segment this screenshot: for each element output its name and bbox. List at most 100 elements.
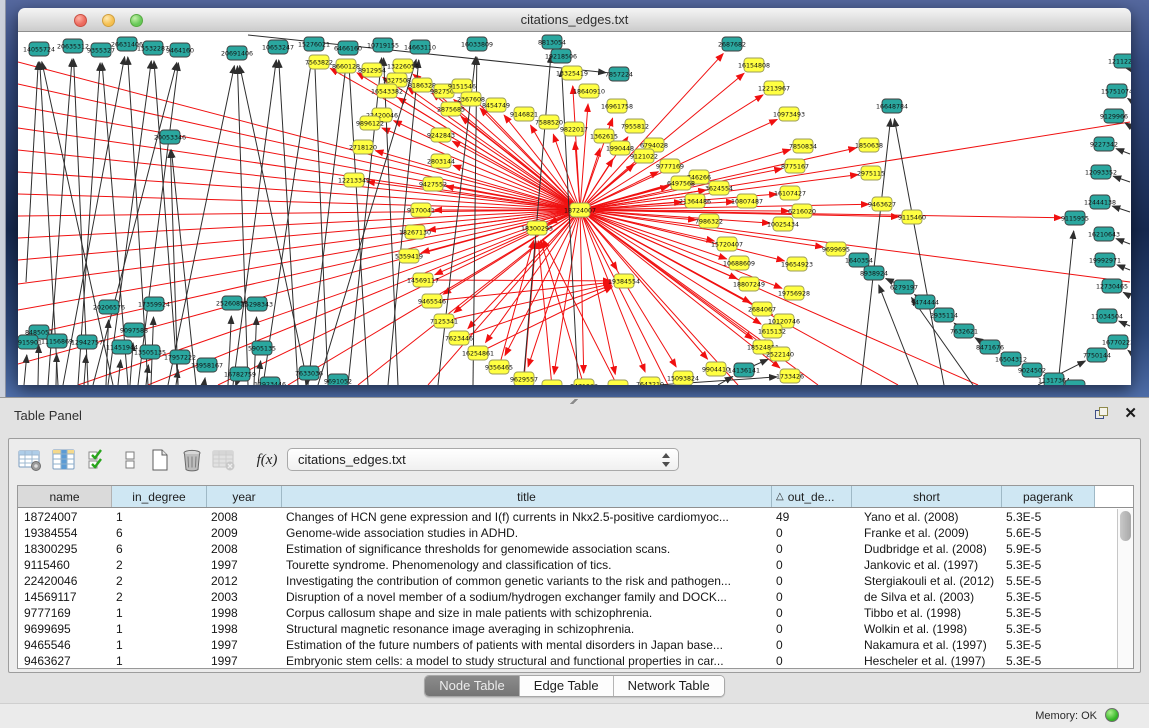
new-table-icon[interactable]: [145, 445, 175, 475]
table-cell[interactable]: 19384554: [18, 525, 112, 541]
show-columns-icon[interactable]: [49, 445, 79, 475]
table-cell[interactable]: 5.3E-5: [1002, 509, 1095, 525]
table-row[interactable]: 1456911722003Disruption of a novel membe…: [18, 589, 1117, 605]
table-cell[interactable]: Nakamura et al. (1997): [852, 637, 1002, 653]
table-cell[interactable]: 2008: [207, 541, 282, 557]
table-cell[interactable]: 2003: [207, 589, 282, 605]
graph-edge[interactable]: [580, 210, 784, 261]
graph-edge[interactable]: [1117, 265, 1130, 270]
graph-edge[interactable]: [1112, 206, 1130, 212]
table-cell[interactable]: 5.9E-5: [1002, 541, 1095, 557]
graph-edge[interactable]: [26, 62, 38, 282]
table-cell[interactable]: 9699695: [18, 621, 112, 637]
graph-edge[interactable]: [38, 345, 39, 385]
table-row[interactable]: 911546021997Tourette syndrome. Phenomeno…: [18, 557, 1117, 573]
graph-edge[interactable]: [580, 210, 676, 367]
graph-edge[interactable]: [388, 60, 419, 385]
graph-edge[interactable]: [18, 210, 580, 238]
table-cell[interactable]: Estimation of significance thresholds fo…: [282, 541, 772, 557]
table-cell[interactable]: 1: [112, 653, 207, 668]
column-header-pagerank[interactable]: pagerank: [1002, 486, 1095, 507]
table-cell[interactable]: 2: [112, 557, 207, 573]
tab-node-table[interactable]: Node Table: [425, 676, 520, 696]
graph-edge[interactable]: [1130, 70, 1131, 72]
graph-edge[interactable]: [580, 204, 869, 210]
graph-edge[interactable]: [423, 280, 611, 281]
table-cell[interactable]: 1997: [207, 653, 282, 668]
graph-edge[interactable]: [580, 148, 856, 210]
table-cell[interactable]: 5.3E-5: [1002, 557, 1095, 573]
graph-edge[interactable]: [279, 60, 298, 385]
column-header-title[interactable]: title: [282, 486, 772, 507]
table-cell[interactable]: Structural magnetic resonance image aver…: [282, 621, 772, 637]
table-cell[interactable]: Changes of HCN gene expression and I(f) …: [282, 509, 772, 525]
table-cell[interactable]: 22420046: [18, 573, 112, 589]
graph-edge[interactable]: [56, 354, 57, 385]
delete-icon[interactable]: [177, 445, 207, 475]
graph-edge[interactable]: [315, 57, 328, 385]
splitpane-divider[interactable]: [0, 0, 6, 397]
graph-edge[interactable]: [1058, 231, 1074, 385]
table-cell[interactable]: Tibbo et al. (1998): [852, 605, 1002, 621]
table-cell[interactable]: 1: [112, 605, 207, 621]
table-cell[interactable]: 5.3E-5: [1002, 605, 1095, 621]
graph-edge[interactable]: [18, 210, 580, 216]
graph-edge[interactable]: [1119, 321, 1130, 326]
unselect-all-icon[interactable]: [115, 445, 145, 475]
table-settings-icon[interactable]: [15, 445, 45, 475]
graph-edge[interactable]: [84, 355, 86, 385]
graph-edge[interactable]: [524, 241, 536, 379]
graph-edge[interactable]: [1128, 350, 1130, 352]
select-all-icon[interactable]: [83, 445, 113, 475]
tab-network-table[interactable]: Network Table: [614, 676, 724, 696]
graph-edge[interactable]: [1128, 98, 1130, 100]
table-cell[interactable]: 2009: [207, 525, 282, 541]
function-builder-icon[interactable]: f(x): [249, 445, 285, 475]
table-cell[interactable]: 5.3E-5: [1002, 637, 1095, 653]
table-cell[interactable]: 0: [772, 541, 852, 557]
close-panel-icon[interactable]: ✕: [1124, 404, 1137, 422]
memory-status-icon[interactable]: [1105, 708, 1119, 722]
table-cell[interactable]: 1997: [207, 557, 282, 573]
graph-edge[interactable]: [1123, 292, 1130, 296]
column-header-name[interactable]: name: [18, 486, 112, 507]
table-cell[interactable]: 1997: [207, 637, 282, 653]
graph-edge[interactable]: [538, 241, 552, 385]
graph-edge[interactable]: [18, 210, 580, 260]
table-cell[interactable]: Dudbridge et al. (2008): [852, 541, 1002, 557]
table-cell[interactable]: 5.3E-5: [1002, 621, 1095, 637]
table-cell[interactable]: 0: [772, 605, 852, 621]
graph-edge[interactable]: [499, 241, 534, 367]
graph-edge[interactable]: [1113, 176, 1130, 182]
table-cell[interactable]: 5.3E-5: [1002, 589, 1095, 605]
table-cell[interactable]: Embryonic stem cells: a model to study s…: [282, 653, 772, 668]
table-cell[interactable]: Franke et al. (2009): [852, 525, 1002, 541]
panel-resize-grip[interactable]: [566, 399, 582, 404]
tab-edge-table[interactable]: Edge Table: [520, 676, 614, 696]
table-cell[interactable]: Investigating the contribution of common…: [282, 573, 772, 589]
table-cell[interactable]: 5.5E-5: [1002, 573, 1095, 589]
table-row[interactable]: 969969511998Structural magnetic resonanc…: [18, 621, 1117, 637]
table-cell[interactable]: 9115460: [18, 557, 112, 573]
table-row[interactable]: 1830029562008Estimation of significance …: [18, 541, 1117, 557]
graph-edge[interactable]: [18, 210, 580, 284]
network-canvas[interactable]: 1872400775638228660128891295413226058932…: [18, 32, 1131, 385]
table-cell[interactable]: 1: [112, 637, 207, 653]
column-header-out_de[interactable]: △out_de...: [772, 486, 852, 507]
table-row[interactable]: 977716911998Corpus callosum shape and si…: [18, 605, 1117, 621]
table-cell[interactable]: 1: [112, 509, 207, 525]
graph-edge[interactable]: [118, 360, 121, 385]
table-cell[interactable]: Tourette syndrome. Phenomenology and cla…: [282, 557, 772, 573]
table-row[interactable]: 1938455462009Genome-wide association stu…: [18, 525, 1117, 541]
table-row[interactable]: 946362711997Embryonic stem cells: a mode…: [18, 653, 1117, 668]
table-cell[interactable]: 9463627: [18, 653, 112, 668]
table-cell[interactable]: 1998: [207, 621, 282, 637]
table-cell[interactable]: 5.3E-5: [1002, 653, 1095, 668]
table-cell[interactable]: 18300295: [18, 541, 112, 557]
table-cell[interactable]: 0: [772, 621, 852, 637]
graph-edge[interactable]: [154, 61, 178, 385]
table-scrollbar[interactable]: [1117, 509, 1133, 668]
table-cell[interactable]: 0: [772, 637, 852, 653]
table-cell[interactable]: 2: [112, 589, 207, 605]
graph-edge[interactable]: [580, 210, 615, 374]
